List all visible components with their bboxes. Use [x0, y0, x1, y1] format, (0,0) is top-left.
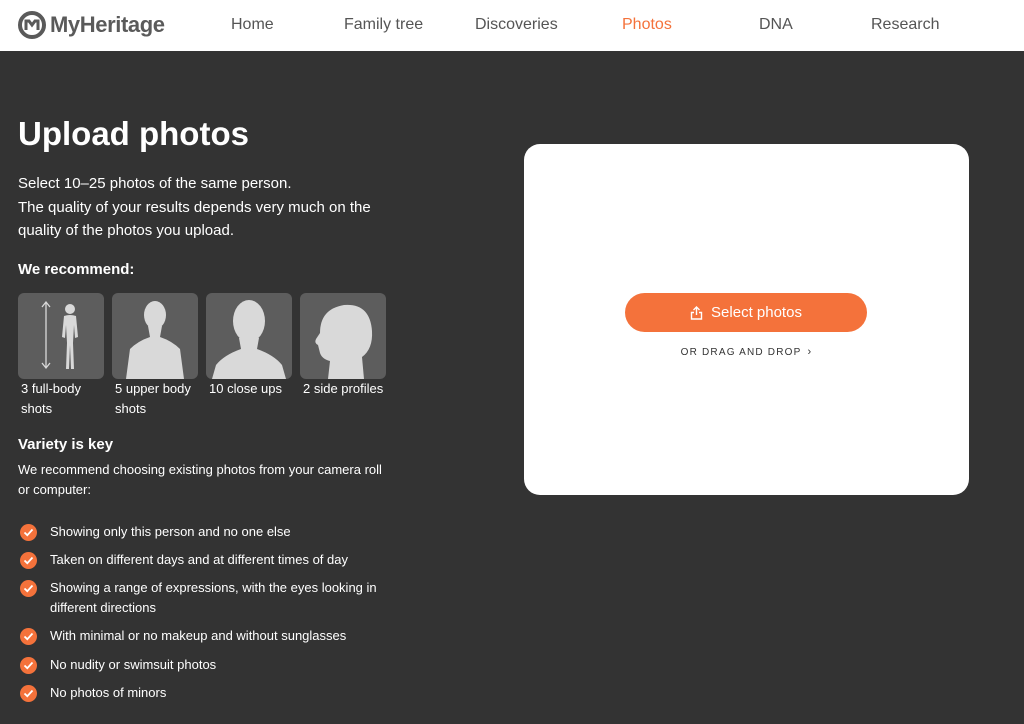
shot-label: shots: [21, 401, 53, 416]
intro-text: Select 10–25 photos of the same person. …: [18, 172, 398, 243]
select-photos-label: Select photos: [711, 304, 802, 321]
drag-and-drop-label: OR DRAG AND DROP: [680, 347, 802, 358]
full-body-icon: [18, 293, 104, 379]
check-icon: [20, 524, 37, 541]
nav-home[interactable]: Home: [231, 16, 274, 34]
intro-line: Select 10–25 photos of the same person.: [18, 175, 292, 192]
shot-upper-body: 5 upper body shots: [112, 293, 198, 419]
drag-and-drop-link[interactable]: OR DRAG AND DROP ›: [524, 346, 969, 358]
check-icon: [20, 552, 37, 569]
nav-photos[interactable]: Photos: [622, 16, 672, 34]
checklist-text: No nudity or swimsuit photos: [50, 657, 217, 672]
checklist-text: With minimal or no makeup and without su…: [50, 628, 347, 643]
shot-full-body: 3 full-body shots: [18, 293, 104, 419]
checklist-text: Taken on different days and at different…: [50, 552, 348, 567]
nav-family-tree[interactable]: Family tree: [344, 16, 423, 34]
intro-line: The quality of your results depends very…: [18, 198, 371, 216]
checklist-text: Showing only this person and no one else: [50, 524, 291, 539]
checklist-item: Showing only this person and no one else: [20, 522, 400, 542]
checklist-item: Taken on different days and at different…: [20, 550, 400, 570]
shot-close-up: 10 close ups: [206, 293, 292, 399]
brand-name: MyHeritage: [50, 12, 165, 37]
check-icon: [20, 628, 37, 645]
check-icon: [20, 580, 37, 597]
checklist-item: Showing a range of expressions, with the…: [20, 578, 400, 618]
page-title: Upload photos: [18, 115, 249, 152]
checklist-item: No nudity or swimsuit photos: [20, 655, 400, 675]
close-up-icon: [206, 293, 292, 379]
nav-discoveries[interactable]: Discoveries: [475, 16, 558, 34]
variety-line: We recommend choosing existing photos fr…: [18, 462, 382, 477]
shot-label: 10 close ups: [209, 381, 282, 396]
upload-icon: [690, 305, 703, 320]
variety-heading: Variety is key: [18, 436, 114, 453]
side-profile-icon: [300, 293, 386, 379]
select-photos-button[interactable]: Select photos: [625, 293, 867, 332]
shot-label: 3 full-body: [21, 381, 81, 396]
myheritage-logo-icon: [18, 11, 46, 39]
checklist-item: With minimal or no makeup and without su…: [20, 626, 400, 646]
checklist-text: No photos of minors: [50, 685, 167, 700]
check-icon: [20, 657, 37, 674]
shot-label: 5 upper body: [115, 381, 191, 396]
intro-line: quality of the photos you upload.: [18, 222, 234, 239]
myheritage-logo[interactable]: MyHeritage: [18, 11, 165, 39]
shot-label: 2 side profiles: [303, 381, 384, 396]
top-navigation-bar: MyHeritage Home Family tree Discoveries …: [0, 0, 1024, 51]
shot-label: shots: [115, 401, 147, 416]
chevron-right-icon: ›: [807, 346, 813, 358]
checklist-item: No photos of minors: [20, 683, 400, 703]
recommend-heading: We recommend:: [18, 261, 135, 278]
checklist-text: different directions: [50, 600, 156, 615]
nav-dna[interactable]: DNA: [759, 16, 793, 34]
nav-research[interactable]: Research: [871, 16, 939, 34]
shot-side-profile: 2 side profiles: [300, 293, 386, 399]
variety-line: or computer:: [18, 482, 91, 497]
variety-description: We recommend choosing existing photos fr…: [18, 460, 398, 500]
check-icon: [20, 685, 37, 702]
upload-dropzone[interactable]: Select photos OR DRAG AND DROP ›: [524, 144, 969, 495]
checklist-text: Showing a range of expressions, with the…: [50, 580, 377, 595]
upper-body-icon: [112, 293, 198, 379]
